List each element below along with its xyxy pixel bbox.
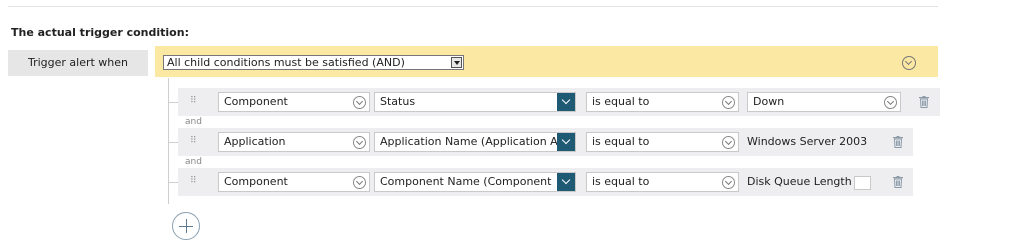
entity-value: Component <box>224 175 288 188</box>
comparison-value: is equal to <box>592 175 650 188</box>
property-value: Component Name (Component <box>380 175 552 188</box>
comparison-select[interactable]: is equal to <box>586 132 739 152</box>
value-select[interactable]: Down <box>747 92 901 112</box>
property-select[interactable]: Status <box>374 92 576 112</box>
dropdown-arrow-icon[interactable] <box>451 57 462 68</box>
trash-icon[interactable] <box>919 96 929 108</box>
group-operator-select[interactable]: All child conditions must be satisfied (… <box>163 55 464 70</box>
trash-icon[interactable] <box>893 136 903 148</box>
dropdown-chevron-icon[interactable] <box>722 176 735 189</box>
entity-value: Component <box>224 95 288 108</box>
dropdown-chevron-icon[interactable] <box>722 96 735 109</box>
tree-branch <box>168 102 178 103</box>
property-dropdown-icon[interactable] <box>557 133 575 151</box>
drag-handle-icon[interactable]: ⠿ <box>190 177 197 186</box>
collapse-chevron-icon[interactable] <box>902 56 916 70</box>
trigger-label: Trigger alert when <box>8 50 148 76</box>
top-divider <box>8 6 938 7</box>
entity-select[interactable]: Component <box>218 92 370 112</box>
drag-handle-icon[interactable]: ⠿ <box>190 97 197 106</box>
value-text[interactable]: Disk Queue Length <box>747 172 852 192</box>
tree-connector-line <box>168 78 169 204</box>
and-connector-label: and <box>185 117 202 127</box>
tree-branch <box>168 142 178 143</box>
value-input[interactable] <box>854 176 871 190</box>
property-select[interactable]: Component Name (Component <box>374 172 576 192</box>
tree-branch <box>168 182 178 183</box>
dropdown-chevron-icon[interactable] <box>353 96 366 109</box>
trash-icon[interactable] <box>893 176 903 188</box>
dropdown-chevron-icon[interactable] <box>353 176 366 189</box>
entity-value: Application <box>224 135 286 148</box>
dropdown-chevron-icon[interactable] <box>353 136 366 149</box>
drag-handle-icon[interactable]: ⠿ <box>190 137 197 146</box>
dropdown-chevron-icon[interactable] <box>884 96 897 109</box>
comparison-select[interactable]: is equal to <box>586 172 739 192</box>
comparison-select[interactable]: is equal to <box>586 92 739 112</box>
comparison-value: is equal to <box>592 135 650 148</box>
value-text[interactable]: Windows Server 2003 <box>747 132 867 152</box>
and-connector-label: and <box>185 157 202 167</box>
property-select[interactable]: Application Name (Application A <box>374 132 576 152</box>
property-dropdown-icon[interactable] <box>557 93 575 111</box>
add-plus-icon[interactable] <box>172 212 200 240</box>
property-value: Status <box>380 95 416 108</box>
group-operator-value: All child conditions must be satisfied (… <box>167 56 405 69</box>
property-dropdown-icon[interactable] <box>557 173 575 191</box>
dropdown-chevron-icon[interactable] <box>722 136 735 149</box>
section-title: The actual trigger condition: <box>11 26 189 39</box>
property-value: Application Name (Application A <box>380 135 558 148</box>
value-text: Down <box>753 95 785 108</box>
comparison-value: is equal to <box>592 95 650 108</box>
entity-select[interactable]: Component <box>218 172 370 192</box>
entity-select[interactable]: Application <box>218 132 370 152</box>
